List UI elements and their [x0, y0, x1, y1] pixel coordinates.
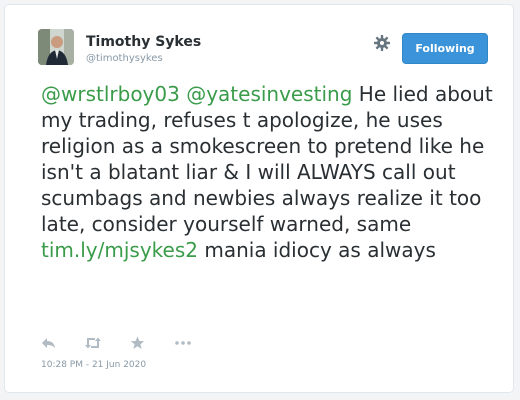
tweet-body-text: mania idiocy as always [197, 238, 436, 262]
favorite-icon[interactable] [130, 335, 148, 351]
url-link[interactable]: tim.ly/mjsykes2 [41, 238, 198, 262]
tweet-timestamp[interactable]: 10:28 PM - 21 Jun 2020 [41, 360, 146, 370]
tweet-text: @wrstlrboy03 @yatesinvesting He lied abo… [41, 81, 511, 263]
reply-icon[interactable] [41, 335, 59, 351]
more-icon[interactable] [174, 335, 192, 351]
gear-icon[interactable] [373, 34, 391, 52]
tweet-card: Timothy Sykes @timothysykes Following @w… [4, 4, 514, 393]
following-button[interactable]: Following [402, 33, 488, 64]
mention-link[interactable]: @yatesinvesting [186, 82, 352, 106]
user-handle[interactable]: @timothysykes [86, 53, 163, 64]
retweet-icon[interactable] [84, 335, 102, 351]
mention-link[interactable]: @wrstlrboy03 [41, 82, 180, 106]
user-name[interactable]: Timothy Sykes [86, 34, 201, 50]
avatar[interactable] [38, 29, 74, 65]
